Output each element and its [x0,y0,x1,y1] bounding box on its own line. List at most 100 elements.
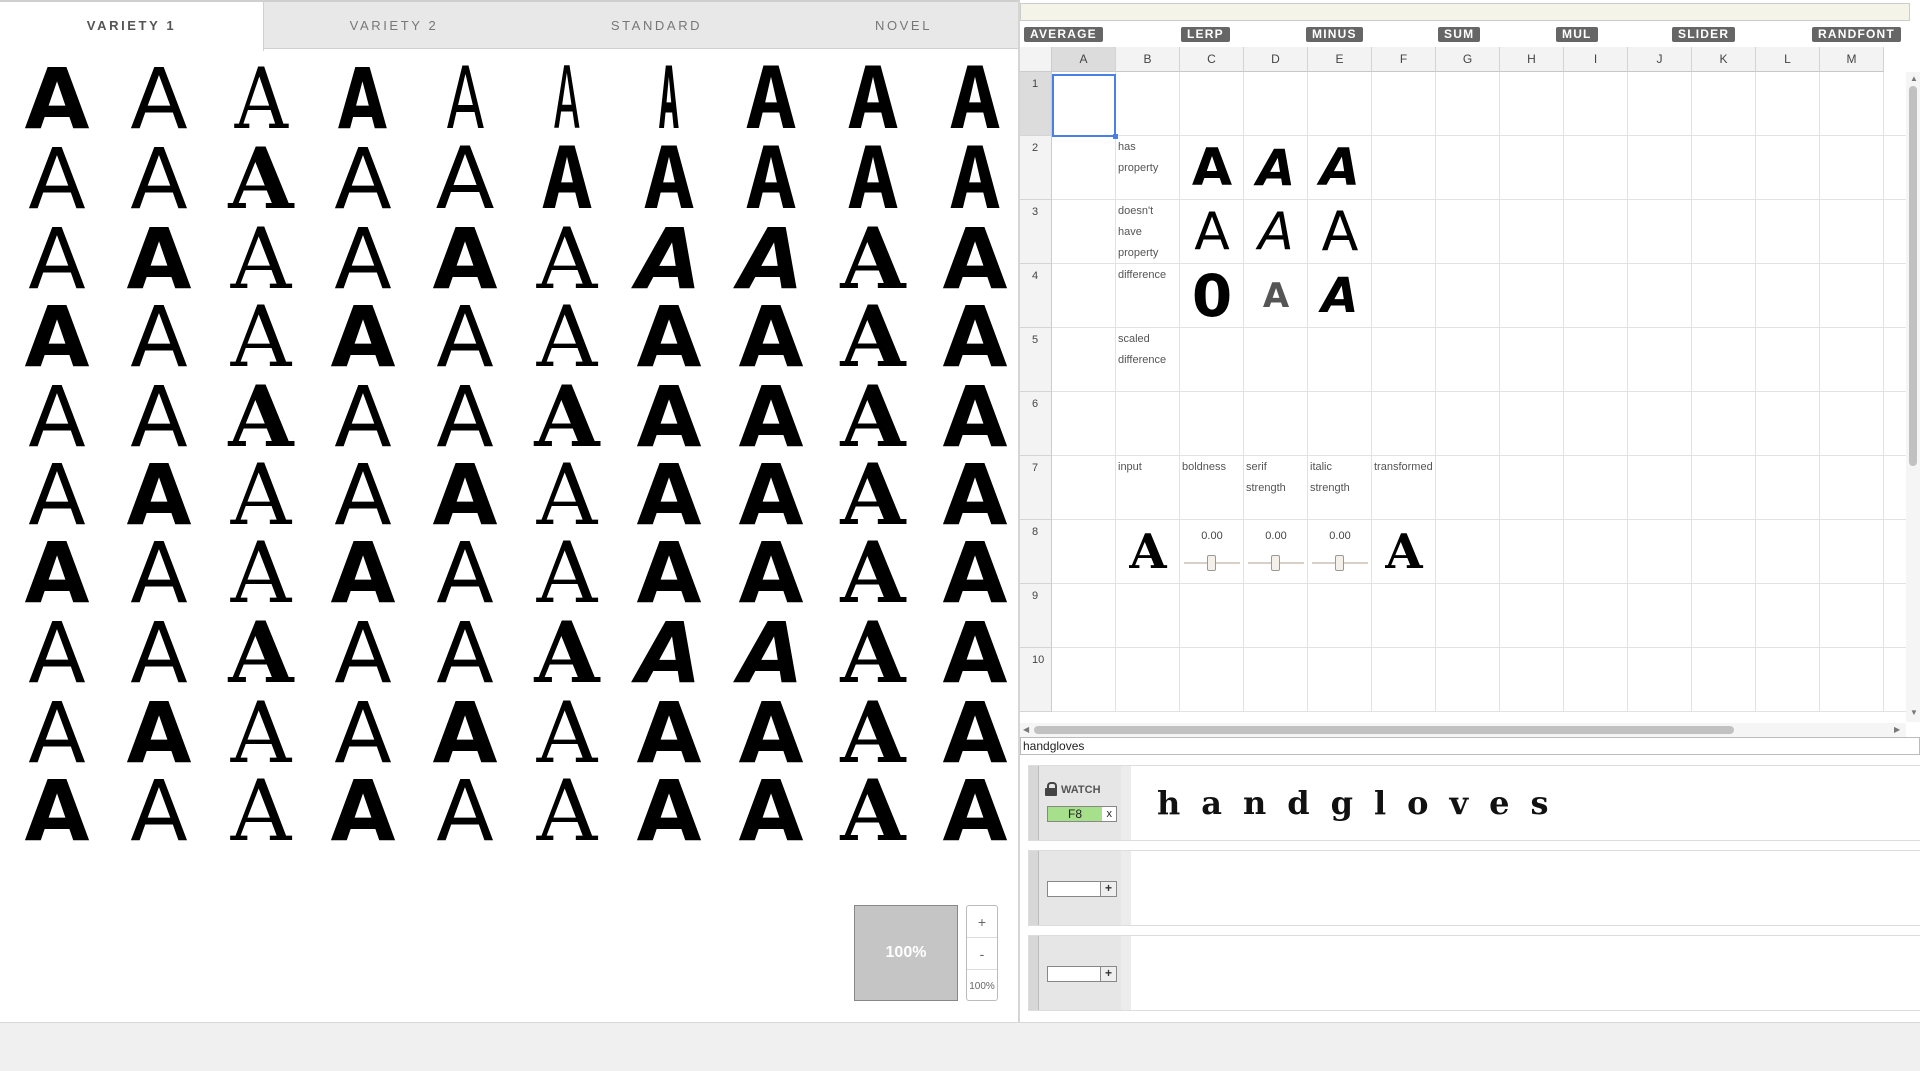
scroll-up-icon[interactable]: ▲ [1910,74,1918,83]
watch-cell-field[interactable]: + [1047,966,1117,982]
glyph-sample: A [436,762,494,859]
glyph-sample: A [230,524,292,621]
watch-cell-field[interactable]: F8 x [1047,806,1117,822]
column-header[interactable]: L [1756,47,1820,72]
glyph-cell[interactable]: A [822,762,924,859]
glyph-sample: A [130,524,188,621]
column-header[interactable]: G [1436,47,1500,72]
glyph-cell[interactable]: A [720,762,822,859]
zoom-out-button[interactable]: - [967,938,997,970]
spreadsheet: ABCDEFGHIJKLM 1 2 3 4 5 6 7 8 9 10 has property do… [1020,47,1920,737]
column-header[interactable]: B [1116,47,1180,72]
zoom-in-button[interactable]: + [967,906,997,938]
column-header[interactable]: D [1244,47,1308,72]
row-header[interactable]: 8 [1020,520,1052,584]
glyph-cell[interactable]: A [6,762,108,859]
formula-bar[interactable] [1020,3,1910,21]
row-header[interactable]: 3 [1020,200,1052,264]
tab-novel[interactable]: NOVEL [789,2,1018,49]
drag-handle[interactable] [1029,851,1039,925]
glyph-cell-image: A [1191,138,1233,198]
sample-text-input[interactable]: handgloves [1020,737,1920,755]
watch-preview [1131,936,1920,1010]
watch-cell-ref[interactable]: F8 [1048,807,1102,821]
row-header[interactable]: 4 [1020,264,1052,328]
scroll-right-icon[interactable]: ▶ [1894,725,1900,734]
randfont-button[interactable]: RANDFONT [1812,27,1901,42]
row-header[interactable]: 9 [1020,584,1052,648]
column-header[interactable]: A [1052,47,1116,72]
glyph-sample: A [541,130,593,227]
grid-line [1052,199,1912,200]
row-header[interactable]: 2 [1020,136,1052,200]
glyph-cell-image: A [1129,524,1167,580]
tab-standard[interactable]: STANDARD [524,2,789,49]
slider-thumb[interactable] [1271,555,1280,571]
average-button[interactable]: AVERAGE [1024,27,1103,42]
drag-handle[interactable] [1029,936,1039,1010]
minus-button[interactable]: MINUS [1306,27,1363,42]
column-header[interactable]: M [1820,47,1884,72]
mul-button[interactable]: MUL [1556,27,1598,42]
selected-cell[interactable] [1052,74,1118,139]
glyph-cell[interactable]: A [924,762,1026,859]
glyph-sample: A [847,130,899,227]
glyph-cell[interactable]: A [108,762,210,859]
grid-line [1883,72,1884,712]
select-all-corner[interactable] [1020,47,1052,72]
lock-icon[interactable] [1045,782,1057,796]
glyph-sample: A [334,130,392,227]
function-toolbar: AVERAGE LERP MINUS SUM MUL SLIDER RANDFO… [1020,25,1920,45]
horizontal-scrollbar[interactable]: ◀ ▶ [1020,723,1906,737]
column-header[interactable]: J [1628,47,1692,72]
close-watch-button[interactable]: x [1107,807,1113,821]
zoom-level[interactable]: 100% [967,970,997,1002]
add-watch-button[interactable]: + [1100,967,1116,981]
glyph-sample: A [130,604,188,701]
column-header[interactable]: H [1500,47,1564,72]
slider-button[interactable]: SLIDER [1672,27,1736,42]
row-header[interactable]: 6 [1020,392,1052,456]
grid-line [1052,647,1912,648]
watch-cell-field[interactable]: + [1047,881,1117,897]
glyph-sample: A [334,604,392,701]
drag-handle[interactable] [1029,766,1039,840]
row-header[interactable]: 7 [1020,456,1052,520]
column-header[interactable]: E [1308,47,1372,72]
glyph-cell-image: 0 [1191,262,1233,330]
vertical-scroll-thumb[interactable] [1909,86,1917,466]
glyph-sample: A [130,50,188,147]
sum-button[interactable]: SUM [1438,27,1481,42]
cell-label: boldness [1182,461,1227,473]
add-watch-button[interactable]: + [1100,882,1116,896]
glyph-sample: A [536,762,598,859]
slider-thumb[interactable] [1335,555,1344,571]
glyph-cell[interactable]: A [516,762,618,859]
lerp-button[interactable]: LERP [1181,27,1230,42]
column-header[interactable]: F [1372,47,1436,72]
tab-variety-1[interactable]: VARIETY 1 [0,2,264,51]
horizontal-scroll-thumb[interactable] [1034,726,1734,734]
glyph-sample: A [643,130,695,227]
zoom-thumbnail[interactable]: 100% [854,905,958,1001]
glyph-sample: A [130,130,188,227]
row-header[interactable]: 10 [1020,648,1052,712]
glyph-cell[interactable]: A [618,762,720,859]
column-header[interactable]: K [1692,47,1756,72]
glyph-cell[interactable]: A [210,762,312,859]
glyph-sample: A [942,524,1008,621]
scroll-left-icon[interactable]: ◀ [1023,725,1029,734]
glyph-sample: A [847,50,899,147]
slider-thumb[interactable] [1207,555,1216,571]
tab-variety-2[interactable]: VARIETY 2 [264,2,524,49]
row-header[interactable]: 1 [1020,72,1052,136]
column-header[interactable]: C [1180,47,1244,72]
glyph-cell[interactable]: A [414,762,516,859]
glyph-sample: A [553,50,581,147]
glyph-cell[interactable]: A [312,762,414,859]
glyph-sample: A [435,130,495,227]
column-header[interactable]: I [1564,47,1628,72]
vertical-scrollbar[interactable]: ▲ ▼ [1906,72,1920,722]
scroll-down-icon[interactable]: ▼ [1910,708,1918,717]
row-header[interactable]: 5 [1020,328,1052,392]
